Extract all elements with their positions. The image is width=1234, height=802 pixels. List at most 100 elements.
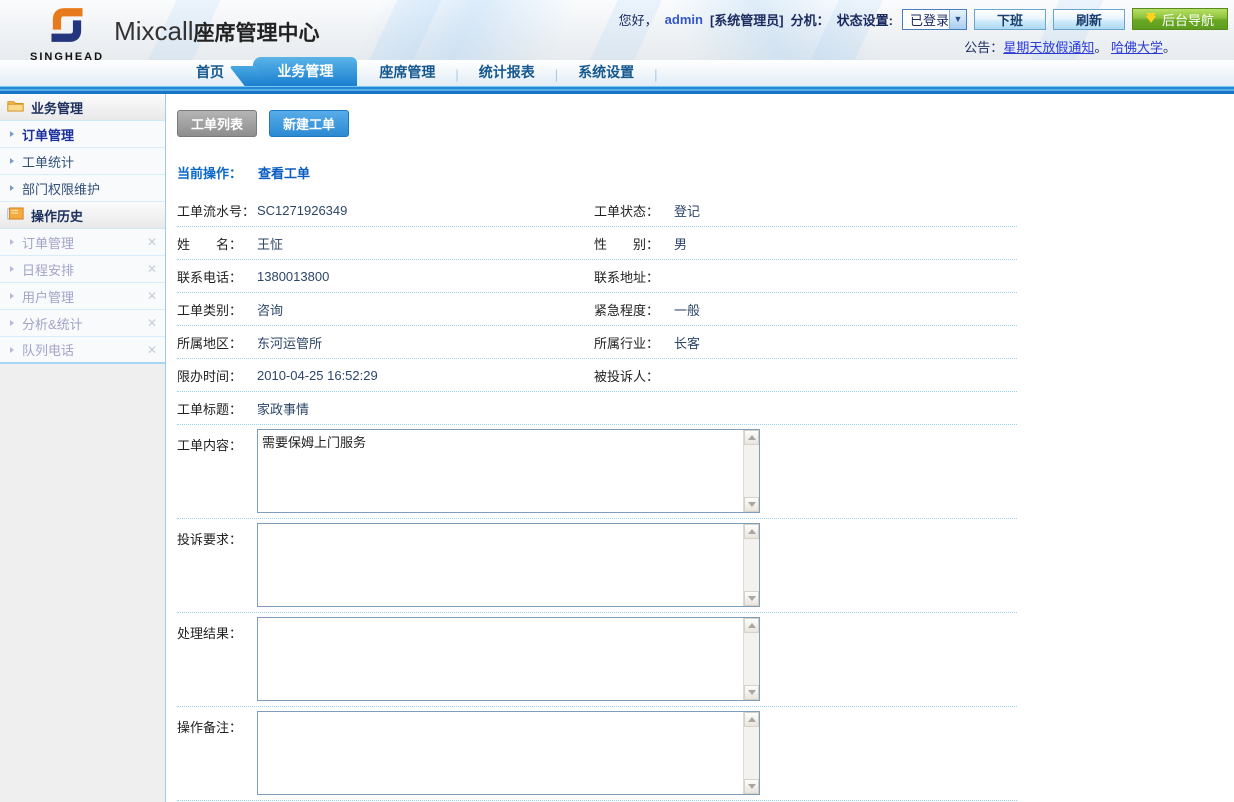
history-item-analysis-stats[interactable]: 分析&统计 ✕ [0,310,165,337]
form-row-region-industry: 所属地区： 东河运管所 所属行业： 长客 [177,326,1017,359]
backstage-nav-button[interactable]: 后台导航 [1132,8,1228,30]
field-label-status: 工单状态： [594,201,674,220]
sidebar-item-label: 工单统计 [22,152,74,171]
scroll-up-icon[interactable] [744,430,759,445]
field-value-category: 咨询 [257,300,594,319]
close-icon[interactable]: ✕ [147,262,157,276]
scroll-down-icon[interactable] [744,685,759,700]
status-select-value: 已登录 [903,10,949,29]
field-label-gender: 性 别： [594,234,674,253]
tab-business[interactable]: 业务管理 [253,57,357,86]
user-status-bar: 您好， admin [系统管理员] 分机： 状态设置: 已登录 ▼ 下班 刷新 … [619,8,1228,30]
scroll-down-icon[interactable] [744,591,759,606]
close-icon[interactable]: ✕ [147,289,157,303]
close-icon[interactable]: ✕ [147,316,157,330]
scrollbar[interactable] [743,430,759,512]
scrollbar[interactable] [743,712,759,794]
close-icon[interactable]: ✕ [147,343,157,357]
arrow-right-icon [10,320,14,326]
announcement-link-1[interactable]: 星期天放假通知 [1003,40,1094,55]
history-item-label: 订单管理 [22,233,74,252]
scroll-down-icon[interactable] [744,497,759,512]
arrow-right-icon [10,293,14,299]
form-row-deadline-complainee: 限办时间： 2010-04-25 16:52:29 被投诉人： [177,359,1017,392]
scroll-up-icon[interactable] [744,618,759,633]
status-select[interactable]: 已登录 ▼ [902,9,967,30]
field-value-status: 登记 [674,201,1017,220]
form-row-remark: 操作备注： [177,707,1017,801]
content-textarea[interactable]: 需要保姆上门服务 [258,430,742,512]
field-label-phone: 联系电话： [177,267,257,286]
refresh-button[interactable]: 刷新 [1053,9,1125,30]
history-item-order-mgmt[interactable]: 订单管理 ✕ [0,229,165,256]
sidebar-item-dept-permission[interactable]: 部门权限维护 [0,175,165,202]
arrow-right-icon [10,131,14,137]
tab-report[interactable]: 统计报表 [461,59,553,86]
status-label: 状态设置: [837,10,893,29]
history-item-user-mgmt[interactable]: 用户管理 ✕ [0,283,165,310]
chevron-down-icon[interactable]: ▼ [949,10,966,29]
ticket-form: 工单流水号： SC1271926349 工单状态： 登记 姓 名： 王怔 性 别… [177,194,1017,802]
field-label-name: 姓 名： [177,234,257,253]
current-operation-value: 查看工单 [258,166,310,181]
app-header: SINGHEAD Mixcall座席管理中心 您好， admin [系统管理员]… [0,0,1234,60]
tab-home[interactable]: 首页 [178,59,242,86]
field-label-address: 联系地址： [594,267,674,286]
current-operation-label: 当前操作： [177,166,242,181]
sidebar-section-history[interactable]: 操作历史 [0,202,165,229]
arrow-right-icon [10,347,14,353]
field-value-urgency: 一般 [674,300,1017,319]
announcement-sep-2: 。 [1163,40,1176,55]
tab-seat[interactable]: 座席管理 [361,59,453,86]
history-item-schedule[interactable]: 日程安排 ✕ [0,256,165,283]
field-value-deadline: 2010-04-25 16:52:29 [257,368,594,383]
form-row-complaint-request: 投诉要求： [177,519,1017,613]
scroll-up-icon[interactable] [744,712,759,727]
remark-textarea-box [257,711,760,795]
result-textarea-box [257,617,760,701]
close-icon[interactable]: ✕ [147,235,157,249]
ticket-list-button[interactable]: 工单列表 [177,110,257,137]
history-item-label: 用户管理 [22,287,74,306]
history-item-label: 队列电话 [22,340,74,359]
form-row-category-urgency: 工单类别： 咨询 紧急程度： 一般 [177,293,1017,326]
complaint-request-textarea[interactable] [258,524,742,606]
current-operation: 当前操作： 查看工单 [177,163,1234,182]
brand-name: Mixcall [114,16,193,46]
logo: SINGHEAD Mixcall座席管理中心 [30,4,320,60]
new-ticket-button[interactable]: 新建工单 [269,110,349,137]
scroll-down-icon[interactable] [744,779,759,794]
scroll-up-icon[interactable] [744,524,759,539]
field-value-phone: 1380013800 [257,269,594,284]
greeting-text: 您好， [619,10,658,29]
announcement-label: 公告： [964,40,1003,55]
main-content: 工单列表 新建工单 当前操作： 查看工单 工单流水号： SC1271926349 … [166,94,1234,802]
app-title-suffix: 座席管理中心 [194,22,320,45]
extension-label: 分机： [791,10,830,29]
remark-textarea[interactable] [258,712,742,794]
history-folder-icon [7,207,24,223]
field-value-region: 东河运管所 [257,333,594,352]
sidebar-item-ticket-stats[interactable]: 工单统计 [0,148,165,175]
username: admin [665,12,703,27]
sidebar-section-title: 业务管理 [31,98,83,117]
nav-divider: | [553,64,560,86]
main-nav: 首页 | 业务管理 座席管理 | 统计报表 | 系统设置 | [0,60,1234,86]
scrollbar[interactable] [743,524,759,606]
field-label-industry: 所属行业： [594,333,674,352]
announcement-link-2[interactable]: 哈佛大学 [1111,40,1163,55]
arrow-right-icon [10,266,14,272]
offwork-button[interactable]: 下班 [974,9,1046,30]
field-label-category: 工单类别： [177,300,257,319]
history-item-queue-calls[interactable]: 队列电话 ✕ [0,337,165,364]
down-arrow-icon [1146,16,1156,28]
arrow-right-icon [10,185,14,191]
result-textarea[interactable] [258,618,742,700]
sidebar-item-order-mgmt[interactable]: 订单管理 [0,121,165,148]
tab-system[interactable]: 系统设置 [560,59,652,86]
field-value-industry: 长客 [674,333,1017,352]
sidebar-section-business[interactable]: 业务管理 [0,94,165,121]
scrollbar[interactable] [743,618,759,700]
user-role: [系统管理员] [710,10,784,29]
field-label-deadline: 限办时间： [177,366,257,385]
